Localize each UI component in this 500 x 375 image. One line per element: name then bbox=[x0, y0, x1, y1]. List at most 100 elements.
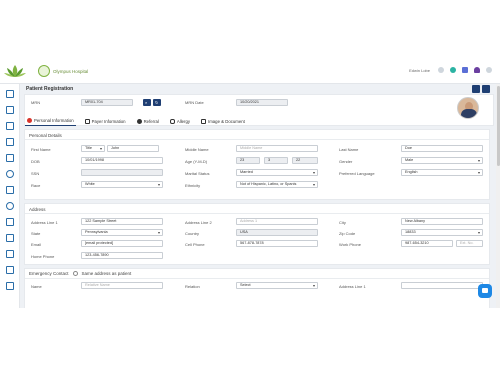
mrn-field[interactable]: MR01-704 bbox=[81, 99, 133, 106]
zip-select[interactable]: 18833 bbox=[401, 229, 483, 236]
age-months-field: 3 bbox=[264, 157, 288, 164]
sidebar-users-icon[interactable] bbox=[6, 218, 14, 226]
address-line1-field[interactable]: 122 Sample Street bbox=[81, 218, 163, 225]
home-phone-label: Home Phone bbox=[31, 254, 55, 259]
emergency-contact-section: Emergency Contact Same address as patien… bbox=[24, 268, 490, 308]
mrn-search-button[interactable]: ⌕ bbox=[143, 99, 151, 106]
emergency-address-line1-field[interactable] bbox=[401, 282, 483, 289]
address-line2-field[interactable]: Address 1 bbox=[236, 218, 318, 225]
title-select[interactable]: Title bbox=[81, 145, 105, 152]
save-icon[interactable] bbox=[472, 85, 480, 93]
message-icon[interactable] bbox=[462, 67, 468, 73]
mrn-label: MRN bbox=[31, 100, 41, 105]
mrn-refresh-button[interactable]: ↻ bbox=[153, 99, 161, 106]
sidebar-grid-icon[interactable] bbox=[6, 138, 14, 146]
contact-name-label: Name bbox=[31, 284, 42, 289]
tab-payer-information[interactable]: Payer Information bbox=[83, 117, 128, 126]
tab-label: Personal Information bbox=[34, 118, 74, 123]
relation-select[interactable]: Select bbox=[236, 282, 318, 289]
tab-allergy[interactable]: Allergy bbox=[168, 117, 192, 126]
first-name-label: First Name bbox=[31, 147, 51, 152]
language-select[interactable]: English bbox=[401, 169, 483, 176]
sidebar-list-icon[interactable] bbox=[6, 106, 14, 114]
section-title: Address bbox=[25, 204, 489, 214]
sidebar-calendar-icon[interactable] bbox=[6, 122, 14, 130]
sidebar-report-icon[interactable] bbox=[6, 234, 14, 242]
checklist-icon bbox=[84, 118, 90, 124]
image-icon bbox=[201, 118, 207, 124]
section-title: Emergency Contact bbox=[29, 271, 69, 276]
contact-name-field[interactable]: Relative Name bbox=[81, 282, 163, 289]
tab-bar: Personal Information Payer Information R… bbox=[25, 117, 247, 126]
page-title: Patient Registration bbox=[26, 86, 74, 92]
ssn-label: SSN bbox=[31, 171, 40, 176]
dob-label: DOB bbox=[31, 159, 40, 164]
tab-personal-information[interactable]: Personal Information bbox=[25, 117, 76, 126]
state-select[interactable]: Pennsylvania bbox=[81, 229, 163, 236]
ethnicity-label: Ethnicity bbox=[185, 183, 201, 188]
sidebar-document-icon[interactable] bbox=[6, 186, 14, 194]
emergency-address-line1-label: Address Line 1 bbox=[339, 284, 366, 289]
power-icon[interactable] bbox=[486, 67, 492, 73]
country-label: Country bbox=[185, 231, 200, 236]
notification-icon[interactable] bbox=[450, 67, 456, 73]
hospital-name: Olympus Hospital bbox=[53, 68, 89, 74]
tab-image-document[interactable]: Image & Document bbox=[199, 117, 247, 126]
same-address-radio[interactable] bbox=[72, 271, 78, 276]
sidebar-chart-icon[interactable] bbox=[6, 154, 14, 162]
sidebar-settings-icon[interactable] bbox=[6, 170, 14, 178]
work-phone-field[interactable]: 987-654-3210 bbox=[401, 240, 453, 247]
language-label: Preferred Language bbox=[339, 171, 375, 176]
patient-avatar[interactable] bbox=[457, 97, 479, 119]
ethnicity-select[interactable]: Not of Hispanic, Latino, or Spanis bbox=[236, 181, 318, 188]
email-label: Email bbox=[31, 242, 42, 247]
scrollbar[interactable] bbox=[496, 84, 500, 308]
race-select[interactable]: White bbox=[81, 181, 163, 188]
user-profile-icon[interactable] bbox=[474, 67, 480, 73]
country-field[interactable]: USA bbox=[236, 229, 318, 236]
referral-icon bbox=[136, 118, 142, 124]
gender-select[interactable]: Male bbox=[401, 157, 483, 164]
sidebar-dashboard-icon[interactable] bbox=[6, 90, 14, 98]
home-phone-field[interactable]: 123-456-7890 bbox=[81, 252, 163, 259]
first-name-field[interactable]: John bbox=[107, 145, 159, 152]
address-section: Address Address Line 1 122 Sample Street… bbox=[24, 203, 490, 265]
sidebar-table-icon[interactable] bbox=[6, 250, 14, 258]
lotus-logo-icon bbox=[4, 65, 26, 77]
same-address-label: Same address as patient bbox=[81, 271, 132, 276]
chat-button[interactable] bbox=[478, 284, 492, 298]
sidebar bbox=[0, 84, 20, 308]
cell-phone-field[interactable]: 567-878-7878 bbox=[236, 240, 318, 247]
app-window: Olympus Hospital Edwin Lobe Patient Regi… bbox=[0, 58, 500, 308]
last-name-label: Last Name bbox=[339, 147, 359, 152]
more-options-icon[interactable] bbox=[482, 85, 490, 93]
email-field[interactable]: [email protected] bbox=[81, 240, 163, 247]
middle-name-field[interactable]: Middle Name bbox=[236, 145, 318, 152]
sidebar-billing-icon[interactable] bbox=[6, 202, 14, 210]
main-content: Patient Registration MRN MR01-704 ⌕ ↻ MR… bbox=[24, 84, 494, 308]
hand-icon bbox=[169, 118, 175, 124]
marital-status-label: Marital Status bbox=[185, 171, 210, 176]
user-name[interactable]: Edwin Lobe bbox=[409, 68, 430, 73]
tab-label: Referral bbox=[143, 118, 159, 124]
section-title: Personal Details bbox=[25, 130, 489, 140]
last-name-field[interactable]: Doe bbox=[401, 145, 483, 152]
extension-field[interactable]: Ext. No. bbox=[456, 240, 483, 247]
search-icon[interactable] bbox=[438, 67, 444, 73]
person-icon bbox=[27, 118, 32, 123]
tab-label: Payer Information bbox=[91, 118, 126, 124]
dob-field[interactable]: 10/01/1998 bbox=[81, 157, 163, 164]
scrollbar-thumb[interactable] bbox=[496, 86, 500, 166]
mrn-date-field[interactable]: 10/20/2021 bbox=[236, 99, 288, 106]
tab-referral[interactable]: Referral bbox=[135, 117, 161, 126]
ssn-field[interactable] bbox=[81, 169, 163, 176]
patient-header-card: MRN MR01-704 ⌕ ↻ MRN Date 10/20/2021 Per… bbox=[24, 94, 494, 126]
marital-status-select[interactable]: Married bbox=[236, 169, 318, 176]
age-days-field: 22 bbox=[292, 157, 318, 164]
sidebar-calendar-2-icon[interactable] bbox=[6, 282, 14, 290]
personal-details-section: Personal Details First Name Title John M… bbox=[24, 129, 490, 200]
zip-label: Zip Code bbox=[339, 231, 356, 236]
sidebar-folder-icon[interactable] bbox=[6, 266, 14, 274]
city-field[interactable]: New Albany bbox=[401, 218, 483, 225]
race-label: Race bbox=[31, 183, 41, 188]
